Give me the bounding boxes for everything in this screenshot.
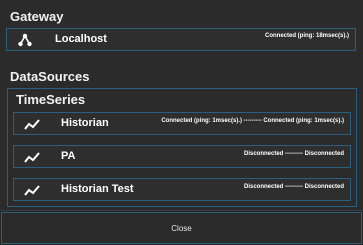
datasource-item-name: Historian (61, 117, 109, 129)
gateway-item-localhost[interactable]: Localhost Connected (ping: 18msec(s).) (6, 28, 356, 51)
datasource-status-text: Disconnected --------- Disconnected (243, 151, 344, 157)
datasource-item-historian[interactable]: Historian Connected (ping: 1msec(s).) --… (13, 112, 351, 135)
trend-line-icon (24, 116, 40, 132)
gateway-section-title: Gateway (10, 9, 64, 24)
trend-line-icon (24, 182, 40, 198)
datasource-status-text: Disconnected --------- Disconnected (243, 184, 344, 190)
datasource-item-historian-test[interactable]: Historian Test Disconnected --------- Di… (13, 178, 351, 201)
timeseries-group-title: TimeSeries (16, 92, 86, 107)
datasource-item-name: Historian Test (61, 183, 134, 195)
dialog-footer: Close (0, 210, 363, 245)
datasource-item-name: PA (61, 150, 76, 162)
gateway-status-text: Connected (ping: 18msec(s).) (264, 33, 349, 39)
close-button[interactable]: Close (1, 212, 362, 244)
timeseries-group: TimeSeries Historian Connected (ping: 1m… (7, 88, 357, 207)
datasources-section-title: DataSources (10, 69, 90, 84)
gateway-item-name: Localhost (55, 33, 107, 45)
connection-status-dialog: Gateway Localhost Connected (ping: 18mse… (0, 0, 363, 245)
datasource-status-text: Connected (ping: 1msec(s).) --------- Co… (161, 118, 344, 124)
datasource-item-pa[interactable]: PA Disconnected --------- Disconnected (13, 145, 351, 168)
trend-line-icon (24, 149, 40, 165)
network-hub-icon (17, 32, 33, 48)
